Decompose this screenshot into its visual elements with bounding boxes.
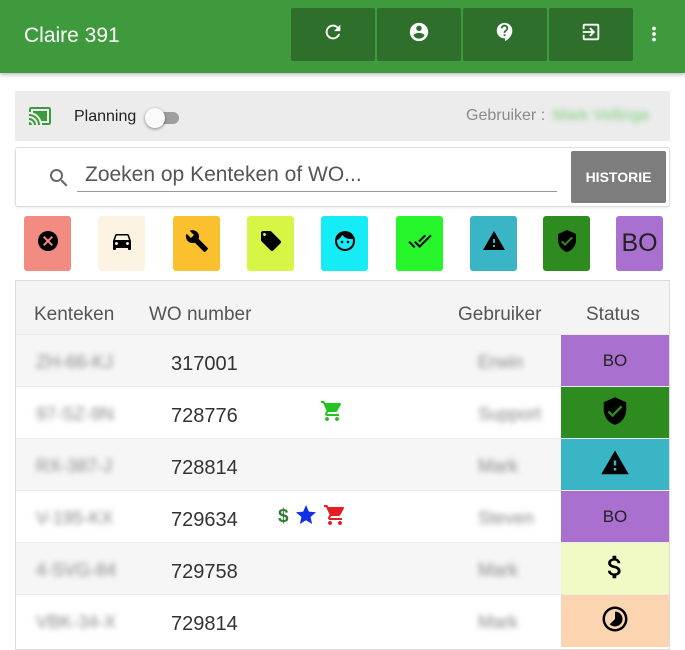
dollar-icon xyxy=(600,552,630,587)
logout-button[interactable] xyxy=(549,8,633,61)
history-button[interactable]: HISTORIE xyxy=(571,151,666,203)
user-cell: Steven xyxy=(478,508,535,528)
planning-label: Planning xyxy=(74,108,137,125)
star-icon xyxy=(294,503,318,532)
filter-bo[interactable]: BO xyxy=(616,216,663,271)
user-cell: Erwin xyxy=(478,352,524,372)
row-indicators: $ xyxy=(278,504,347,530)
status-badge xyxy=(561,387,669,439)
plate-cell: ZH-66-KJ xyxy=(36,352,114,372)
status-badge xyxy=(561,543,669,595)
wo-number-cell: 728776 xyxy=(171,405,238,427)
table-row[interactable]: VBK-34-X 729814 Mark xyxy=(16,594,669,647)
filter-verified[interactable] xyxy=(543,216,590,271)
wo-number-cell: 729814 xyxy=(171,613,238,635)
table-row[interactable]: V-195-KX 729634 $ Steven BO xyxy=(16,490,669,543)
table-header: Kenteken WO number Gebruiker Status xyxy=(16,281,669,334)
refresh-button[interactable] xyxy=(291,8,375,61)
face-icon xyxy=(333,229,357,258)
planning-bar: Planning Gebruiker : Mark Vellinga xyxy=(15,91,670,141)
cast-icon[interactable] xyxy=(27,104,53,128)
filter-repair[interactable] xyxy=(173,216,220,271)
plate-cell: VBK-34-X xyxy=(36,612,117,632)
wo-number-cell: 728814 xyxy=(171,457,238,479)
app-bar: Claire 391 xyxy=(0,0,685,73)
status-badge xyxy=(561,595,669,647)
header-status[interactable]: Status xyxy=(586,304,640,326)
dollar-icon: $ xyxy=(278,506,289,527)
app-title: Claire 391 xyxy=(24,24,120,47)
timelapse-icon xyxy=(600,604,630,639)
row-indicators xyxy=(320,400,344,426)
status-badge xyxy=(561,439,669,491)
header-user[interactable]: Gebruiker xyxy=(458,304,541,326)
refresh-icon xyxy=(322,21,344,48)
account-circle-icon xyxy=(408,21,430,48)
car-icon xyxy=(110,229,134,258)
plate-cell: 4-SVG-84 xyxy=(36,560,117,580)
double-check-icon xyxy=(407,229,432,258)
more-vert-icon xyxy=(643,23,665,50)
filter-face[interactable] xyxy=(321,216,368,271)
user-cell: Mark xyxy=(478,612,518,632)
warning-icon xyxy=(600,448,630,483)
search-input[interactable] xyxy=(77,158,557,192)
cart-icon xyxy=(323,503,347,532)
more-menu-button[interactable] xyxy=(641,22,667,50)
table-row[interactable]: 97-SZ-9N 728776 Support xyxy=(16,386,669,439)
search-bar: HISTORIE xyxy=(15,147,670,207)
plate-cell: V-195-KX xyxy=(36,508,114,528)
tag-icon xyxy=(259,229,283,258)
exit-to-app-icon xyxy=(580,21,602,48)
user-cell: Mark xyxy=(478,560,518,580)
status-badge: BO xyxy=(561,491,669,543)
user-cell: Support xyxy=(478,404,542,424)
header-wo-number[interactable]: WO number xyxy=(149,304,251,326)
status-label: BO xyxy=(602,351,628,370)
search-icon xyxy=(47,166,71,190)
help-button[interactable] xyxy=(463,8,547,61)
user-value: Mark Vellinga xyxy=(553,107,650,124)
cancel-icon xyxy=(36,229,60,258)
wo-number-cell: 729758 xyxy=(171,561,238,583)
status-label: BO xyxy=(602,507,628,526)
plate-cell: 97-SZ-9N xyxy=(36,404,115,424)
work-order-table: Kenteken WO number Gebruiker Status ZH-6… xyxy=(15,280,670,650)
verified-shield-icon xyxy=(555,229,579,258)
wo-number-cell: 317001 xyxy=(171,353,238,375)
filter-car[interactable] xyxy=(98,216,145,271)
user-label: Gebruiker : xyxy=(466,107,546,124)
filter-cancelled[interactable] xyxy=(24,216,71,271)
user-cell: Mark xyxy=(478,456,518,476)
status-badge: BO xyxy=(561,335,669,387)
wrench-icon xyxy=(185,229,209,258)
table-row[interactable]: ZH-66-KJ 317001 Erwin BO xyxy=(16,334,669,387)
filter-bo-label: BO xyxy=(621,229,658,257)
cart-icon xyxy=(320,399,344,428)
warning-icon xyxy=(482,229,506,258)
verified-shield-icon xyxy=(600,396,630,431)
account-button[interactable] xyxy=(377,8,461,61)
header-plate[interactable]: Kenteken xyxy=(34,304,114,326)
plate-cell: RX-387-J xyxy=(36,456,113,476)
help-icon xyxy=(494,21,516,48)
toggle-knob xyxy=(145,108,165,128)
table-row[interactable]: 4-SVG-84 729758 Mark xyxy=(16,542,669,595)
filter-label[interactable] xyxy=(247,216,294,271)
table-row[interactable]: RX-387-J 728814 Mark xyxy=(16,438,669,491)
wo-number-cell: 729634 xyxy=(171,509,238,531)
planning-toggle[interactable] xyxy=(145,108,181,128)
filter-warning[interactable] xyxy=(470,216,517,271)
filter-done[interactable] xyxy=(396,216,443,271)
